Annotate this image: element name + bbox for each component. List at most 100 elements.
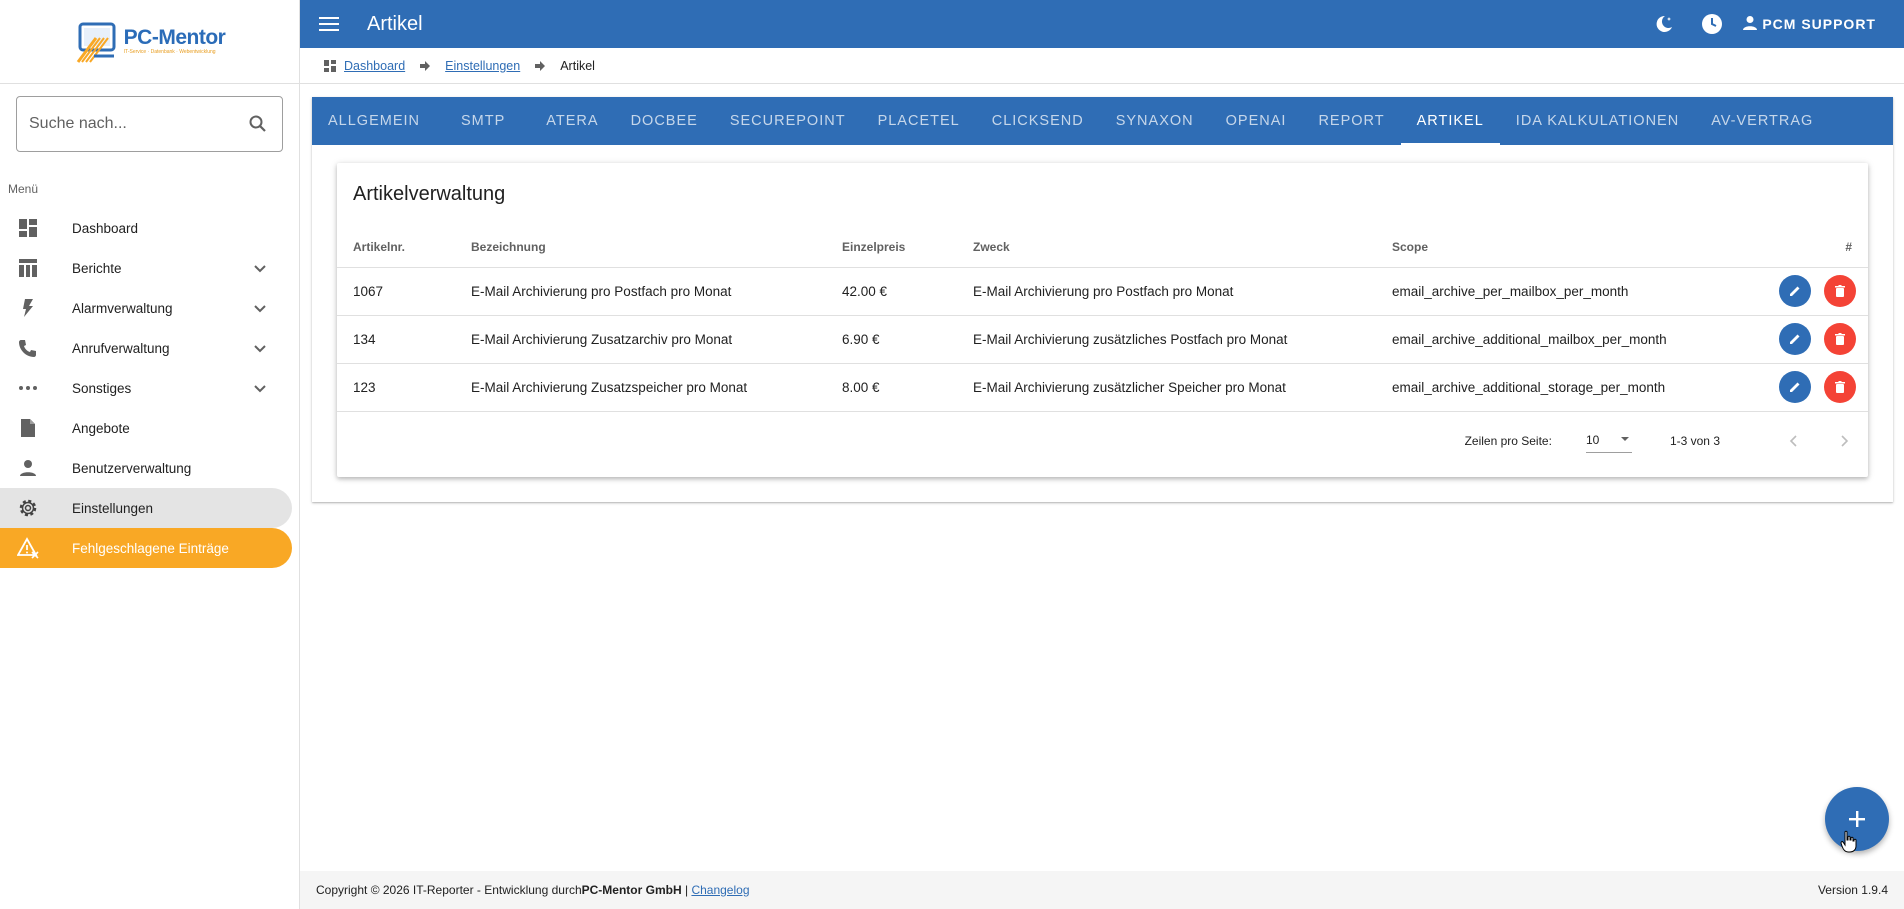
user-icon: [16, 456, 40, 480]
tab-synaxon[interactable]: Synaxon: [1100, 97, 1210, 145]
sidebar-item-einstellungen[interactable]: Einstellungen: [0, 488, 292, 528]
row-actions: [1754, 363, 1868, 412]
breadcrumb: Dashboard Einstellungen Artikel: [300, 48, 1904, 84]
article-table: Artikelnr. Bezeichnung Einzelpreis Zweck…: [337, 227, 1868, 412]
column-header[interactable]: Einzelpreis: [826, 227, 957, 268]
changelog-link[interactable]: Changelog: [691, 883, 749, 897]
trash-icon: [1835, 285, 1845, 297]
tab-securepoint[interactable]: Securepoint: [714, 97, 862, 145]
sidebar-item-dashboard[interactable]: Dashboard: [0, 208, 292, 248]
sidebar-item-fehlgeschlagene-eintraege[interactable]: Fehlgeschlagene Einträge: [0, 528, 292, 568]
cell-einzelpreis: 42.00 €: [826, 267, 957, 316]
sidebar-item-alarmverwaltung[interactable]: Alarmverwaltung: [0, 288, 292, 328]
cell-bezeichnung: E-Mail Archivierung pro Postfach pro Mon…: [455, 267, 826, 316]
delete-button[interactable]: [1824, 275, 1856, 307]
tab-openai[interactable]: OpenAI: [1210, 97, 1303, 145]
delete-button[interactable]: [1824, 371, 1856, 403]
logo-mark-icon: [74, 20, 120, 64]
tab-allgemein[interactable]: Allgemein: [312, 97, 436, 145]
column-header: #: [1754, 227, 1868, 268]
cell-scope: email_archive_per_mailbox_per_month: [1376, 267, 1755, 316]
warning-icon: [16, 536, 40, 560]
chevron-down-icon: [248, 256, 272, 280]
company-name: PC-Mentor GmbH: [581, 883, 682, 897]
cell-artikelnr: 134: [337, 315, 455, 364]
cell-bezeichnung: E-Mail Archivierung Zusatzarchiv pro Mon…: [455, 315, 826, 364]
page-range: 1-3 von 3: [1669, 433, 1720, 448]
tab-placetel[interactable]: Placetel: [862, 97, 976, 145]
pencil-icon: [1790, 334, 1800, 344]
footer-separator: |: [681, 883, 692, 897]
sidebar-item-label: Anrufverwaltung: [72, 340, 170, 356]
column-header[interactable]: Artikelnr.: [337, 227, 455, 268]
reports-icon: [16, 256, 40, 280]
gear-icon: [16, 496, 40, 520]
edit-button[interactable]: [1779, 371, 1812, 403]
settings-panel: Allgemein SMTP Atera DocBee Securepoint …: [312, 97, 1893, 502]
search-input[interactable]: [29, 115, 246, 133]
top-app-bar: Artikel PCM SUPPORT: [300, 0, 1904, 48]
breadcrumb-current: Artikel: [560, 58, 595, 73]
sidebar-item-benutzerverwaltung[interactable]: Benutzerverwaltung: [0, 448, 292, 488]
tab-clicksend[interactable]: ClickSend: [976, 97, 1100, 145]
table-row: 134 E-Mail Archivierung Zusatzarchiv pro…: [337, 315, 1868, 364]
sidebar-item-anrufverwaltung[interactable]: Anrufverwaltung: [0, 328, 292, 368]
logo-name: PC-Mentor: [123, 26, 226, 49]
edit-button[interactable]: [1779, 275, 1812, 307]
rows-per-page-value: 10: [1585, 433, 1600, 447]
dashboard-icon: [16, 216, 40, 240]
table-header-row: Artikelnr. Bezeichnung Einzelpreis Zweck…: [337, 227, 1868, 268]
sidebar-menu: Dashboard Berichte Alarmverwaltung Anruf…: [0, 208, 299, 568]
next-page-icon[interactable]: [1832, 429, 1856, 453]
logo[interactable]: PC-Mentor IT-Service · Datenbank · Weben…: [74, 20, 226, 64]
delete-button[interactable]: [1824, 323, 1856, 355]
sidebar-item-sonstiges[interactable]: Sonstiges: [0, 368, 292, 408]
plus-icon: [1849, 811, 1865, 827]
sidebar-item-berichte[interactable]: Berichte: [0, 248, 292, 288]
settings-tabs: Allgemein SMTP Atera DocBee Securepoint …: [312, 97, 1893, 145]
tab-smtp[interactable]: SMTP: [436, 97, 530, 145]
edit-button[interactable]: [1779, 323, 1812, 355]
cell-zweck: E-Mail Archivierung zusätzlicher Speiche…: [957, 363, 1376, 412]
clock-icon[interactable]: [1688, 0, 1736, 48]
user-menu-button[interactable]: PCM SUPPORT: [1736, 15, 1882, 34]
tab-av-vertrag[interactable]: AV-Vertrag: [1695, 97, 1829, 145]
tab-artikel[interactable]: Artikel: [1400, 97, 1500, 145]
rows-per-page-label: Zeilen pro Seite:: [1464, 433, 1552, 448]
search-box[interactable]: [16, 96, 283, 152]
column-header[interactable]: Scope: [1376, 227, 1755, 268]
theme-moon-icon[interactable]: [1640, 0, 1688, 48]
sidebar-item-label: Angebote: [72, 420, 130, 436]
breadcrumb-dashboard[interactable]: Dashboard: [344, 59, 405, 73]
sidebar-item-label: Einstellungen: [72, 500, 154, 516]
breadcrumb-einstellungen[interactable]: Einstellungen: [445, 59, 520, 73]
trash-icon: [1835, 381, 1845, 393]
logo-subtitle: IT-Service · Datenbank · Webentwicklung: [123, 49, 216, 55]
cell-scope: email_archive_additional_storage_per_mon…: [1376, 363, 1755, 412]
column-header[interactable]: Zweck: [957, 227, 1376, 268]
page-title: Artikel: [367, 12, 423, 35]
user-name: PCM SUPPORT: [1762, 16, 1876, 32]
rows-per-page-select[interactable]: 10: [1585, 429, 1632, 453]
menu-icon[interactable]: [305, 0, 353, 48]
cell-zweck: E-Mail Archivierung zusätzliches Postfac…: [957, 315, 1376, 364]
prev-page-icon[interactable]: [1782, 429, 1806, 453]
caret-down-icon: [1618, 432, 1632, 449]
logo-area: PC-Mentor IT-Service · Datenbank · Weben…: [0, 0, 299, 84]
tab-report[interactable]: Report: [1302, 97, 1400, 145]
tab-ida-kalkulationen[interactable]: IDA Kalkulationen: [1500, 97, 1695, 145]
copyright-text: Copyright © 2026 IT-Reporter - Entwicklu…: [316, 883, 582, 897]
cell-scope: email_archive_additional_mailbox_per_mon…: [1376, 315, 1755, 364]
footer: Copyright © 2026 IT-Reporter - Entwicklu…: [300, 871, 1904, 909]
cell-artikelnr: 123: [337, 363, 455, 412]
dashboard-icon: [324, 59, 336, 72]
pencil-icon: [1790, 382, 1800, 392]
article-management-card: Artikelverwaltung Artikelnr. Bezeichnung…: [337, 163, 1868, 477]
hand-cursor-icon: [1840, 830, 1858, 854]
sidebar-item-angebote[interactable]: Angebote: [0, 408, 292, 448]
column-header[interactable]: Bezeichnung: [455, 227, 826, 268]
tab-atera[interactable]: Atera: [530, 97, 614, 145]
card-title: Artikelverwaltung: [353, 183, 506, 205]
tab-docbee[interactable]: DocBee: [615, 97, 714, 145]
search-icon[interactable]: [246, 112, 270, 136]
